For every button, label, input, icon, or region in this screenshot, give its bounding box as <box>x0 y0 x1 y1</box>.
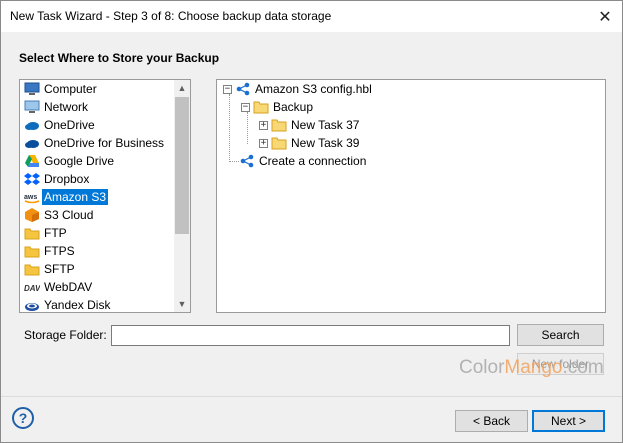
share-icon <box>235 81 251 97</box>
list-item-dropbox[interactable]: Dropbox <box>20 170 174 188</box>
tree-node-label: Create a connection <box>259 154 367 168</box>
watermark: ColorMango.com <box>459 357 604 378</box>
list-item-onedrive[interactable]: OneDrive <box>20 116 174 134</box>
scrollbar-thumb[interactable] <box>175 97 189 234</box>
list-item-yandex-disk[interactable]: Yandex Disk <box>20 296 174 312</box>
expand-icon[interactable]: + <box>259 120 268 130</box>
folder-icon <box>253 99 269 115</box>
tree-line <box>229 161 239 162</box>
list-item-network[interactable]: Network <box>20 98 174 116</box>
svg-text:DAV: DAV <box>24 284 40 293</box>
list-item-computer[interactable]: Computer <box>20 80 174 98</box>
scroll-down-arrow-icon[interactable]: ▼ <box>174 296 190 312</box>
ftp-folder-icon <box>24 225 40 241</box>
expand-icon[interactable]: + <box>259 138 268 148</box>
list-item-sftp[interactable]: SFTP <box>20 260 174 278</box>
tree-node-backup[interactable]: − Backup <box>241 98 313 116</box>
tree-node-task-39[interactable]: + New Task 39 <box>259 134 359 152</box>
list-item-amazon-s3[interactable]: aws Amazon S3 <box>20 188 174 206</box>
list-scrollbar[interactable]: ▲ ▼ <box>174 80 190 312</box>
folder-icon <box>271 117 287 133</box>
search-button[interactable]: Search <box>517 324 604 346</box>
scroll-up-arrow-icon[interactable]: ▲ <box>174 80 190 96</box>
tree-line <box>247 112 248 144</box>
collapse-icon[interactable]: − <box>241 102 250 112</box>
google-drive-icon <box>24 153 40 169</box>
list-item-s3-cloud[interactable]: S3 Cloud <box>20 206 174 224</box>
storage-tree[interactable]: − Amazon S3 config.hbl − Backup + New Ta… <box>216 79 606 313</box>
share-icon <box>239 153 255 169</box>
tree-node-label: New Task 37 <box>291 118 360 132</box>
close-button[interactable]: ✕ <box>588 1 622 32</box>
page-heading: Select Where to Store your Backup <box>19 51 220 65</box>
tree-node-label: New Task 39 <box>291 136 360 150</box>
footer-divider <box>1 396 622 397</box>
tree-node-create-connection[interactable]: Create a connection <box>239 152 366 170</box>
webdav-icon: DAV <box>24 279 40 295</box>
wizard-window: New Task Wizard - Step 3 of 8: Choose ba… <box>0 0 623 443</box>
yandex-disk-icon <box>24 297 40 312</box>
tree-node-label: Amazon S3 config.hbl <box>255 82 372 96</box>
next-button[interactable]: Next > <box>532 410 605 432</box>
ftps-folder-icon <box>24 243 40 259</box>
folder-icon <box>271 135 287 151</box>
storage-folder-input[interactable] <box>111 325 510 346</box>
help-icon[interactable]: ? <box>12 407 34 429</box>
aws-icon: aws <box>24 189 40 205</box>
sftp-folder-icon <box>24 261 40 277</box>
tree-node-label: Backup <box>273 100 314 114</box>
tree-line <box>229 94 230 162</box>
svg-text:aws: aws <box>24 194 37 201</box>
list-item-ftps[interactable]: FTPS <box>20 242 174 260</box>
dropbox-icon <box>24 171 40 187</box>
storage-folder-label: Storage Folder: <box>24 328 107 342</box>
title-bar: New Task Wizard - Step 3 of 8: Choose ba… <box>1 1 622 32</box>
back-button[interactable]: < Back <box>455 410 528 432</box>
window-title: New Task Wizard - Step 3 of 8: Choose ba… <box>10 9 332 23</box>
list-item-onedrive-business[interactable]: OneDrive for Business <box>20 134 174 152</box>
tree-node-config[interactable]: − Amazon S3 config.hbl <box>223 80 372 98</box>
computer-icon <box>24 81 40 97</box>
s3-cloud-icon <box>24 207 40 223</box>
close-icon: ✕ <box>598 8 612 26</box>
tree-node-task-37[interactable]: + New Task 37 <box>259 116 359 134</box>
network-icon <box>24 99 40 115</box>
list-item-google-drive[interactable]: Google Drive <box>20 152 174 170</box>
list-item-ftp[interactable]: FTP <box>20 224 174 242</box>
onedrive-business-icon <box>24 135 40 151</box>
storage-type-list[interactable]: Computer Network OneDrive OneDrive for B… <box>19 79 191 313</box>
onedrive-icon <box>24 117 40 133</box>
collapse-icon[interactable]: − <box>223 84 232 94</box>
list-item-webdav[interactable]: DAV WebDAV <box>20 278 174 296</box>
